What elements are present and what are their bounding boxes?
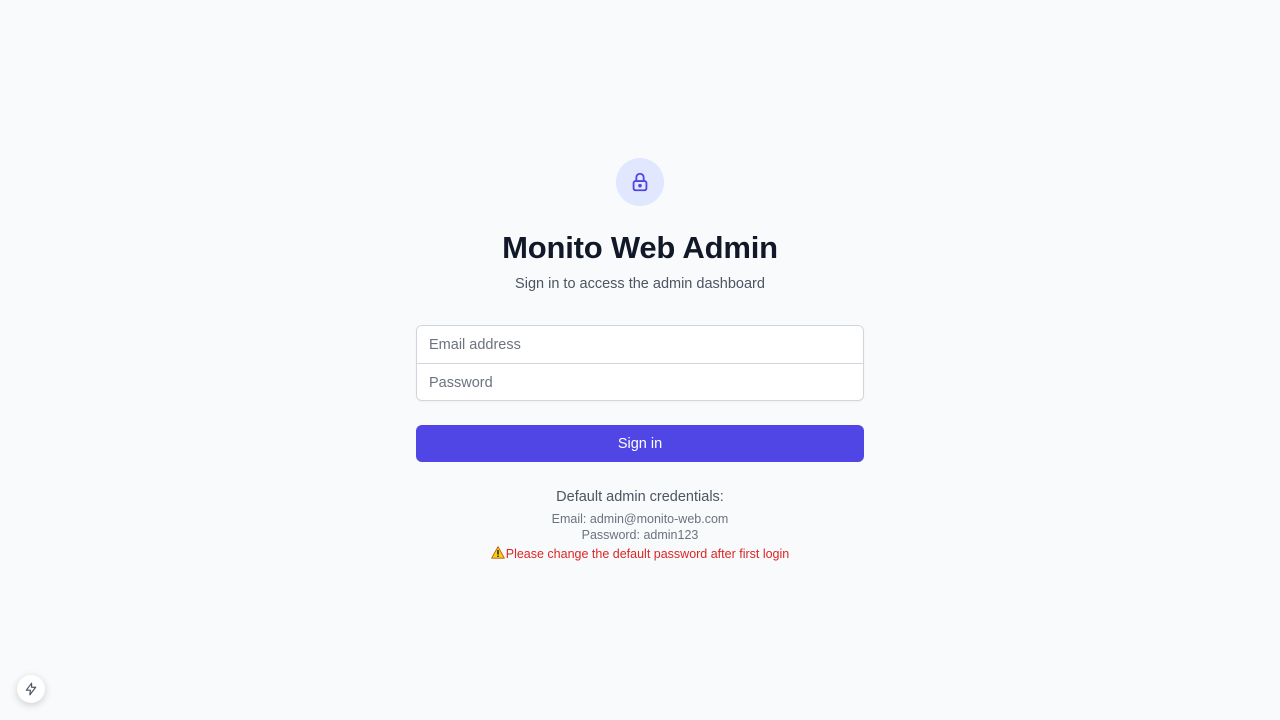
page-subtitle: Sign in to access the admin dashboard [515,276,765,292]
credentials-password: Password: admin123 [581,528,699,542]
password-field[interactable] [417,364,863,400]
devtools-button[interactable] [17,675,45,703]
login-page: Monito Web Admin Sign in to access the a… [0,0,1280,720]
warning-text: Please change the default password after… [505,547,790,561]
sign-in-button[interactable]: Sign in [416,425,864,462]
lock-badge [616,158,664,206]
password-warning: Please change the default password after… [0,546,1280,562]
credentials-email: Email: admin@monito-web.com [551,512,729,526]
login-form [416,325,864,401]
warning-icon [490,546,505,559]
lock-icon [632,172,648,192]
email-field[interactable] [417,326,863,363]
lightning-bolt-icon [25,682,37,696]
page-title: Monito Web Admin [502,230,778,265]
credentials-heading: Default admin credentials: [556,489,724,505]
